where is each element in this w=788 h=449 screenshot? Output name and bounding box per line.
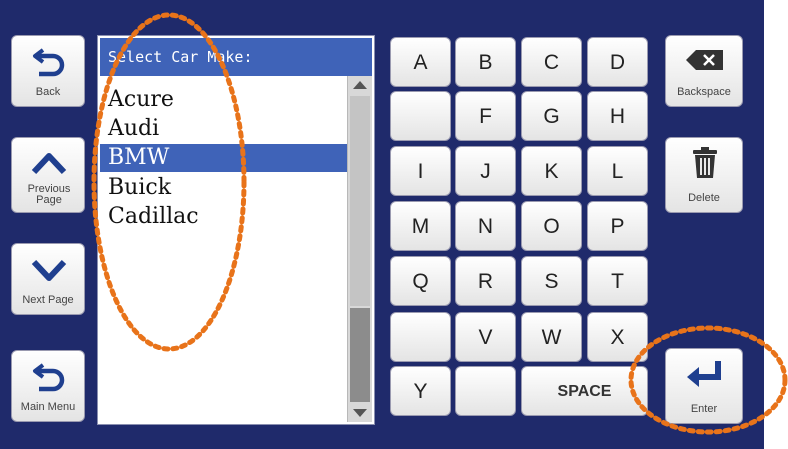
list-item-selected[interactable]: BMW — [100, 144, 348, 172]
backspace-icon — [686, 50, 723, 70]
delete-label: Delete — [688, 192, 720, 204]
key-s[interactable]: S — [521, 256, 582, 306]
key-d[interactable]: D — [587, 37, 648, 87]
key-f[interactable]: F — [455, 91, 516, 141]
key-blank[interactable] — [390, 91, 451, 141]
back-label: Back — [35, 86, 61, 98]
delete-button[interactable]: Delete — [665, 137, 743, 213]
key-h[interactable]: H — [587, 91, 648, 141]
list-item[interactable]: Audi — [100, 115, 348, 143]
main-menu-button[interactable]: Main Menu — [11, 350, 85, 422]
key-a[interactable]: A — [390, 37, 451, 87]
key-blank[interactable] — [455, 366, 516, 416]
back-arrow-icon — [33, 48, 65, 77]
key-p[interactable]: P — [587, 201, 648, 251]
key-m[interactable]: M — [390, 201, 451, 251]
scroll-thumb[interactable] — [350, 96, 370, 306]
list-item[interactable]: Cadillac — [100, 203, 348, 231]
key-n[interactable]: N — [455, 201, 516, 251]
enter-button[interactable]: Enter — [665, 348, 743, 424]
key-w[interactable]: W — [521, 312, 582, 362]
chevron-down-icon — [31, 259, 67, 281]
key-j[interactable]: J — [455, 146, 516, 196]
previous-page-button[interactable]: Previous Page — [11, 137, 85, 213]
key-b[interactable]: B — [455, 37, 516, 87]
chevron-up-icon — [31, 153, 67, 175]
key-y[interactable]: Y — [390, 366, 451, 416]
previous-page-label: Previous Page — [27, 183, 71, 206]
key-l[interactable]: L — [587, 146, 648, 196]
enter-icon — [687, 361, 721, 387]
key-k[interactable]: K — [521, 146, 582, 196]
list-scrollbar[interactable] — [347, 76, 372, 422]
space-key[interactable]: SPACE — [521, 366, 648, 416]
key-o[interactable]: O — [521, 201, 582, 251]
main-menu-label: Main Menu — [20, 401, 76, 413]
key-r[interactable]: R — [455, 256, 516, 306]
key-g[interactable]: G — [521, 91, 582, 141]
key-i[interactable]: I — [390, 146, 451, 196]
back-button[interactable]: Back — [11, 35, 85, 107]
backspace-label: Backspace — [677, 86, 731, 98]
list-item[interactable]: Acure — [100, 86, 348, 114]
backspace-button[interactable]: Backspace — [665, 35, 743, 107]
trash-icon — [693, 147, 717, 178]
key-v[interactable]: V — [455, 312, 516, 362]
scroll-track[interactable] — [350, 308, 370, 402]
next-page-label: Next Page — [22, 294, 74, 306]
car-make-list[interactable]: Select Car Make: Acure Audi BMW Buick Ca… — [97, 35, 375, 425]
scroll-up-icon[interactable] — [353, 81, 367, 89]
key-blank[interactable] — [390, 312, 451, 362]
key-q[interactable]: Q — [390, 256, 451, 306]
list-item[interactable]: Buick — [100, 174, 348, 202]
enter-label: Enter — [690, 403, 718, 415]
key-x[interactable]: X — [587, 312, 648, 362]
list-header: Select Car Make: — [100, 38, 372, 76]
key-c[interactable]: C — [521, 37, 582, 87]
scroll-down-icon[interactable] — [353, 409, 367, 417]
return-arrow-icon — [33, 363, 65, 392]
key-t[interactable]: T — [587, 256, 648, 306]
next-page-button[interactable]: Next Page — [11, 243, 85, 315]
touch-screen: Back Previous Page Next Page Main Menu S… — [0, 0, 764, 449]
